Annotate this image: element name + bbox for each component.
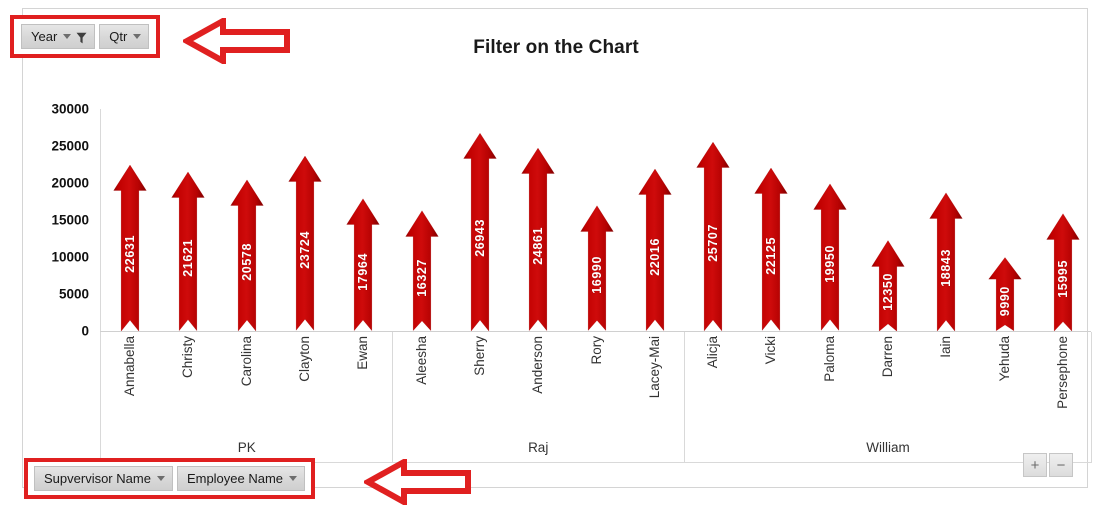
- bar-arrow[interactable]: 26943: [463, 132, 497, 331]
- bar-arrow[interactable]: 23724: [288, 155, 322, 331]
- pivot-chart-frame: Filter on the Chart 30000 25000 20000 15000…: [22, 8, 1092, 488]
- bar-arrow[interactable]: 19950: [813, 183, 847, 331]
- category-axis-label: Alicja: [705, 336, 721, 369]
- chevron-down-icon: [63, 34, 72, 39]
- category-axis-label: Ewan: [355, 336, 371, 370]
- category-axis-label: Sherry: [471, 336, 487, 376]
- filter-button-supervisor-name-label: Supvervisor Name: [44, 471, 151, 486]
- bar-arrow[interactable]: 15995: [1046, 213, 1080, 331]
- bar-value-label: 22125: [764, 237, 779, 276]
- bar-arrow[interactable]: 20578: [230, 179, 264, 331]
- bar-arrow[interactable]: 16990: [579, 205, 614, 331]
- value-axis-tick-label: 30000: [51, 101, 89, 117]
- category-axis-label: Lacey-Mai: [646, 336, 662, 399]
- bar-arrow[interactable]: 24861: [521, 147, 555, 331]
- category-axis-label: Annabella: [122, 336, 138, 397]
- bar-value-label: 25707: [706, 224, 721, 262]
- category-axis-label: Persephone: [1054, 336, 1070, 409]
- expand-field-button[interactable]: +: [1023, 453, 1047, 477]
- bar-arrow[interactable]: 16327: [405, 210, 439, 331]
- value-axis-tick-label: 20000: [51, 175, 89, 191]
- category-axis-label: Anderson: [530, 336, 546, 394]
- category-axis-label: Rory: [588, 336, 604, 365]
- filter-button-year-label: Year: [31, 29, 58, 44]
- bar-value-label: 22016: [647, 237, 662, 276]
- collapse-field-button[interactable]: −: [1049, 453, 1073, 477]
- bar-value-label: 24861: [531, 227, 546, 265]
- bar-value-label: 15995: [1055, 259, 1070, 298]
- expand-collapse-buttons[interactable]: + −: [1023, 453, 1073, 477]
- bar-series: 22631 21621 20578 23724 17964 16327 26943 24861…: [101, 109, 1092, 331]
- bar-value-label: 16990: [589, 256, 604, 295]
- category-axis-label: Carolina: [238, 336, 254, 387]
- bar-arrow[interactable]: 25707: [696, 141, 730, 331]
- bar-value-label: 9990: [997, 285, 1012, 317]
- value-axis-tick-label: 25000: [51, 138, 89, 154]
- filter-button-qtr-label: Qtr: [109, 29, 128, 44]
- bar-arrow[interactable]: 12350: [871, 240, 905, 331]
- bar-value-label: 16327: [414, 258, 429, 297]
- value-axis-tick-label: 5000: [58, 286, 89, 302]
- bar-arrow[interactable]: 22125: [754, 167, 788, 331]
- bar-arrow[interactable]: 9990: [988, 257, 1022, 331]
- bar-arrow[interactable]: 18843: [929, 192, 963, 331]
- chevron-down-icon: [133, 34, 142, 39]
- bar-value-label: 23724: [298, 231, 313, 270]
- category-axis-area: Annabella Christy Carolina Clayton Ewan Alees…: [100, 332, 1092, 463]
- chart-screenshot: Filter on the Chart 30000 25000 20000 15000…: [0, 0, 1112, 515]
- bar-value-label: 22631: [123, 235, 138, 274]
- category-axis-label: Iain: [938, 336, 954, 358]
- value-axis-tick-label: 10000: [51, 249, 89, 265]
- category-axis-label: Vicki: [763, 336, 779, 365]
- bar-value-label: 12350: [880, 273, 895, 312]
- group-label: PK: [237, 440, 256, 455]
- filter-button-employee-name-label: Employee Name: [186, 471, 284, 486]
- chart-filter-buttons-top[interactable]: Year Qtr: [10, 15, 161, 58]
- filter-button-qtr[interactable]: Qtr: [99, 24, 150, 49]
- bar-arrow[interactable]: 17964: [346, 198, 380, 331]
- bar-value-label: 18843: [939, 249, 954, 288]
- category-axis-label: Yehuda: [996, 336, 1012, 382]
- chevron-down-icon: [289, 476, 298, 481]
- category-axis-label: Darren: [879, 336, 895, 378]
- value-axis-tick-label: 15000: [51, 212, 89, 228]
- category-axis-label: Paloma: [821, 336, 837, 382]
- bar-arrow[interactable]: 22016: [638, 168, 672, 331]
- chart-filter-buttons-bottom[interactable]: Supvervisor Name Employee Name: [24, 458, 316, 499]
- category-axis-label: Christy: [180, 336, 196, 379]
- group-label: Raj: [528, 440, 549, 455]
- pointer-arrow-top: [180, 15, 291, 69]
- bar-value-label: 17964: [356, 252, 371, 291]
- filter-button-employee-name[interactable]: Employee Name: [176, 466, 306, 491]
- filter-button-year[interactable]: Year: [21, 24, 96, 49]
- filter-button-supervisor-name[interactable]: Supvervisor Name: [34, 466, 173, 491]
- bar-value-label: 20578: [239, 242, 254, 281]
- bar-value-label: 26943: [472, 219, 487, 258]
- chevron-down-icon: [156, 476, 165, 481]
- filter-funnel-icon: [76, 31, 87, 43]
- category-axis-label: Clayton: [297, 336, 313, 382]
- bar-value-label: 19950: [822, 245, 837, 284]
- bar-value-label: 21621: [181, 239, 196, 277]
- bar-arrow[interactable]: 21621: [171, 171, 205, 331]
- pointer-arrow-bottom: [361, 456, 472, 510]
- bar-arrow[interactable]: 22631: [113, 164, 147, 331]
- value-axis-tick-label: 0: [81, 323, 89, 339]
- category-axis-label: Aleesha: [413, 336, 429, 385]
